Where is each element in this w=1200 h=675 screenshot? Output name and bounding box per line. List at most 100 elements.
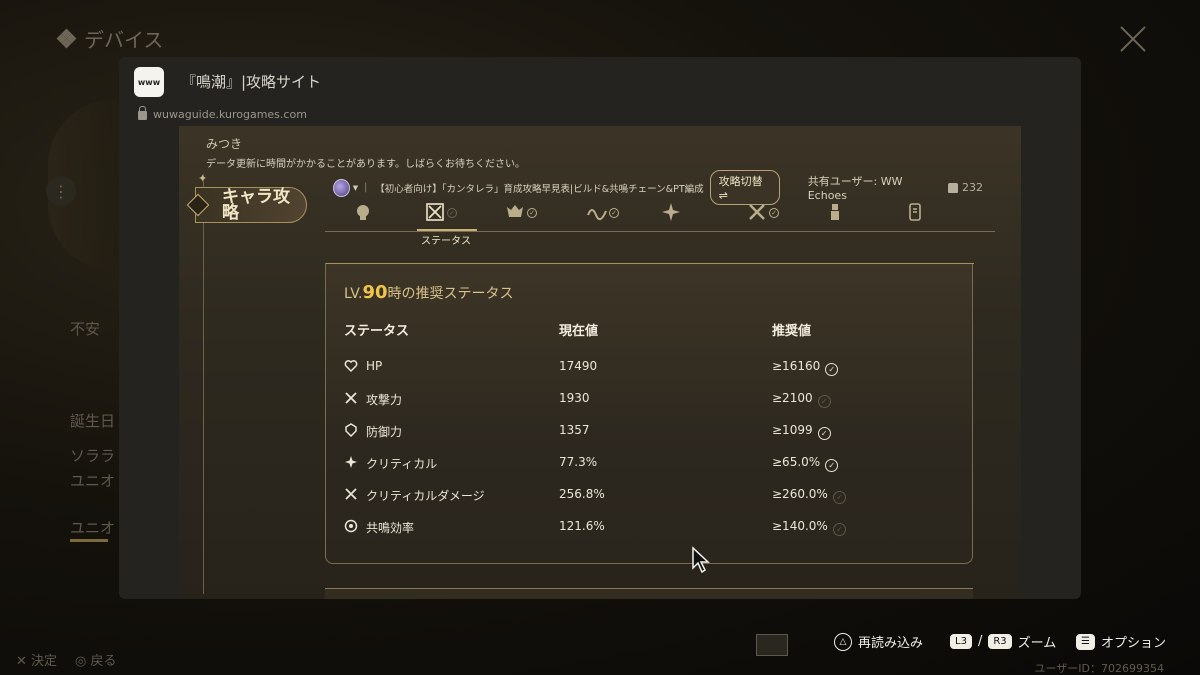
close-icon <box>1118 24 1148 54</box>
separator: | <box>364 182 368 193</box>
url-bar: wuwaguide.kurogames.com <box>138 106 307 121</box>
tab-active-indicator <box>417 229 477 231</box>
screen: デバイス ⋮ 不安 誕生日 ソララ ユニオ ユニオ www 『鳴潮』|攻略サイト… <box>0 0 1200 675</box>
guide-title: 【初心者向け】「カンタレラ」育成攻略早見表|ビルド&共鳴チェーン&PT編成 <box>375 183 704 195</box>
table-row: クリティカルダメージ 256.8% ≥260.0% ✓ <box>344 480 954 512</box>
stat-recommended-value: ≥260.0% <box>772 487 828 501</box>
background-text: ユニオ <box>70 519 116 537</box>
document-icon <box>909 203 921 221</box>
stat-current: 77.3% <box>559 455 598 469</box>
check-icon: ✓ <box>832 523 846 536</box>
crit-damage-icon <box>345 488 357 500</box>
stat-recommended-value: ≥2100 <box>772 391 813 405</box>
user-id: ユーザーID：702699354 <box>1034 662 1164 675</box>
reload-hint[interactable]: △ 再読み込み <box>834 632 923 651</box>
head-icon <box>357 205 369 220</box>
user-avatar[interactable] <box>333 178 350 197</box>
www-app-icon: www <box>134 67 164 97</box>
panel-title-suffix: 時の推奨ステータス <box>387 286 514 302</box>
check-icon: ✓ <box>817 395 831 408</box>
slash: / <box>977 634 983 649</box>
window-title: 『鳴潮』|攻略サイト <box>181 73 322 91</box>
recommended-status-panel: LV.90時の推奨ステータス ステータス 現在値 推奨値 HP 17490 ≥1… <box>325 263 974 564</box>
stat-recommended-value: ≥1099 <box>772 423 813 437</box>
table-row: 共鳴効率 121.6% ≥140.0% ✓ <box>344 512 954 544</box>
background-text: ユニオ <box>70 472 116 490</box>
options-button-icon: ☰ <box>1076 633 1095 650</box>
character-name: みつき <box>206 137 243 151</box>
reload-label: 再読み込み <box>858 636 924 651</box>
section-badge: キャラ攻略 <box>186 187 307 223</box>
diamond-icon <box>186 193 210 217</box>
stat-recommended-value: ≥16160 <box>772 359 821 373</box>
check-icon: ✓ <box>447 208 457 218</box>
tab-status[interactable]: ✓ <box>413 200 457 224</box>
l3-button-icon: L3 <box>950 634 972 649</box>
back-hint-label: 戻る <box>90 654 117 669</box>
stat-current: 1357 <box>559 423 590 437</box>
controller-hint-bar: ✕ 決定 ◎ 戻る △ 再読み込み L3 / R3 ズーム ☰ オプション ユー… <box>0 620 1200 675</box>
guide-tabs: ✓ ✓ ✓ ✓ ステータス <box>325 196 995 247</box>
next-panel <box>325 588 973 599</box>
table-row: 防御力 1357 ≥1099 ✓ <box>344 416 954 448</box>
switch-guide-label: 攻略切替 <box>718 175 763 188</box>
options-hint[interactable]: ☰ オプション <box>1076 632 1166 651</box>
like-count-value: 232 <box>962 181 983 194</box>
zoom-hint[interactable]: L3 / R3 ズーム <box>950 632 1056 651</box>
more-icon: ⋮ <box>46 176 76 206</box>
background-text: 不安 <box>70 320 101 338</box>
check-icon: ✓ <box>832 491 846 504</box>
check-icon: ✓ <box>817 427 831 440</box>
background-text: 誕生日 <box>70 412 116 430</box>
like-count[interactable]: 232 <box>948 181 983 194</box>
stat-name: クリティカルダメージ <box>366 489 485 503</box>
section-badge-label: キャラ攻略 <box>222 187 290 223</box>
browser-window: www 『鳴潮』|攻略サイト wuwaguide.kurogames.com み… <box>119 57 1081 599</box>
stat-recommended-value: ≥140.0% <box>772 519 828 533</box>
check-icon: ✓ <box>769 208 779 218</box>
thumbs-up-icon <box>948 182 958 193</box>
tab-team[interactable]: ✓ <box>735 200 779 224</box>
tab-weapon[interactable]: ✓ <box>493 200 537 224</box>
stat-recommended: ≥1099 ✓ <box>772 423 831 440</box>
heart-icon <box>344 360 358 373</box>
stat-recommended: ≥140.0% ✓ <box>772 519 846 536</box>
panel-title-prefix: LV. <box>344 286 363 302</box>
tab-echo[interactable]: ✓ <box>575 200 619 224</box>
web-content[interactable]: みつき データ更新に時間がかかることがあります。しばらくお待ちください。 ✦ キ… <box>179 126 1021 599</box>
lock-icon <box>138 106 147 120</box>
stat-name: 共鳴効率 <box>366 521 415 535</box>
tab-memo[interactable] <box>893 200 937 224</box>
confirm-hint: ✕ 決定 <box>16 654 58 669</box>
stat-recommended: ≥16160 ✓ <box>772 359 839 376</box>
tab-chain[interactable] <box>813 200 857 224</box>
cursor-icon <box>692 546 710 574</box>
confirm-hint-label: 決定 <box>31 654 58 669</box>
chevron-down-icon[interactable]: ▼ <box>353 184 358 192</box>
check-icon: ✓ <box>527 208 537 218</box>
panel-title: LV.90時の推奨ステータス <box>344 282 514 303</box>
zoom-label: ズーム <box>1017 636 1057 651</box>
url-text: wuwaguide.kurogames.com <box>153 108 307 121</box>
sparkle-icon: ✦ <box>198 172 208 185</box>
update-notice: データ更新に時間がかかることがあります。しばらくお待ちください。 <box>206 159 525 170</box>
swords-icon <box>749 204 765 220</box>
stat-current: 1930 <box>559 391 590 405</box>
table-row: クリティカル 77.3% ≥65.0% ✓ <box>344 448 954 480</box>
resonance-icon <box>344 519 358 533</box>
back-hint: ◎ 戻る <box>75 654 117 669</box>
wave-icon <box>587 209 607 221</box>
stat-name: クリティカル <box>366 457 438 471</box>
stat-current: 121.6% <box>559 519 605 533</box>
table-row: HP 17490 ≥16160 ✓ <box>344 352 954 384</box>
stat-name: 攻撃力 <box>366 393 403 407</box>
check-icon: ✓ <box>609 208 619 218</box>
stat-recommended: ≥65.0% ✓ <box>772 455 839 472</box>
tab-status-label: ステータス <box>421 236 471 247</box>
stat-name: HP <box>366 359 383 373</box>
tab-skill[interactable] <box>649 200 693 224</box>
options-label: オプション <box>1101 636 1167 651</box>
background-text: ソララ <box>70 447 116 465</box>
background-underline <box>70 539 108 542</box>
tab-profile[interactable] <box>341 200 385 224</box>
